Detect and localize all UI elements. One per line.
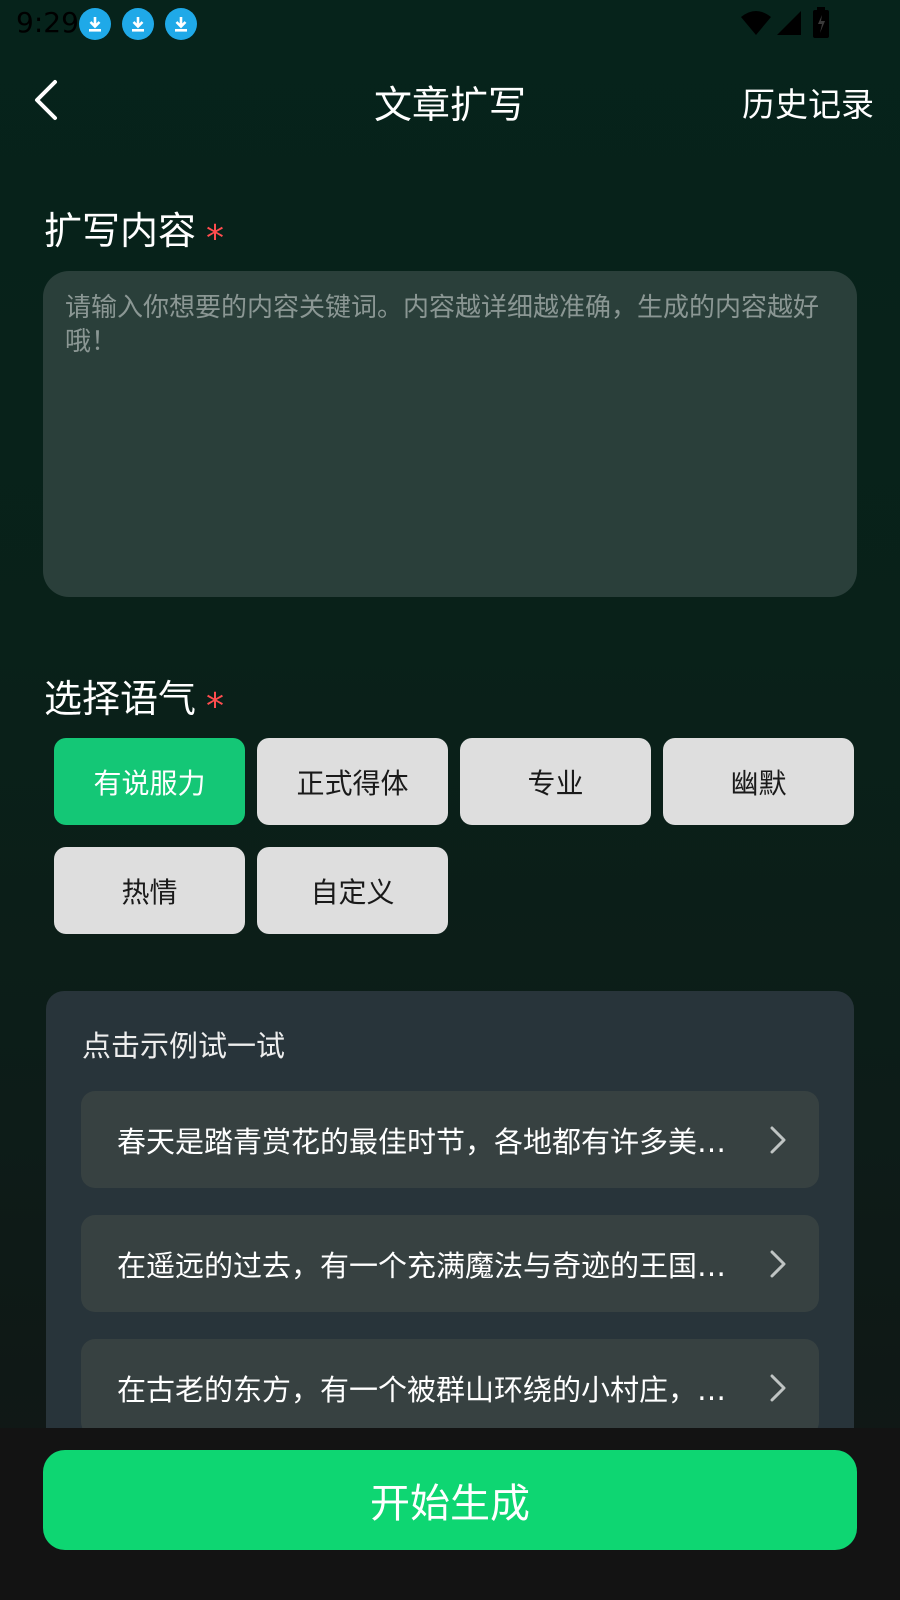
status-bar: 9:29 — [0, 0, 900, 48]
start-generate-button[interactable]: 开始生成 — [43, 1450, 857, 1550]
examples-title: 点击示例试一试 — [82, 1029, 286, 1063]
chevron-right-icon — [770, 1126, 786, 1154]
example-item[interactable]: 在遥远的过去，有一个充满魔法与奇迹的王国，那里住着 — [81, 1215, 819, 1312]
tone-chip-label: 专业 — [527, 766, 584, 800]
tone-chip-humorous[interactable]: 幽默 — [663, 738, 854, 825]
tone-section-label: 选择语气 * — [44, 668, 224, 727]
history-button[interactable]: 历史记录 — [742, 78, 874, 126]
required-star-icon: * — [206, 686, 225, 727]
tone-chip-label: 正式得体 — [296, 766, 409, 800]
tone-chip-formal[interactable]: 正式得体 — [257, 738, 448, 825]
tone-label-text: 选择语气 — [44, 677, 197, 721]
tone-chip-enthusiastic[interactable]: 热情 — [54, 847, 245, 934]
app-bar: 文章扩写 历史记录 — [0, 60, 900, 140]
chevron-right-icon — [770, 1374, 786, 1402]
required-star-icon: * — [206, 218, 225, 259]
download-icon — [122, 8, 154, 40]
tone-chip-professional[interactable]: 专业 — [460, 738, 651, 825]
example-text: 在古老的东方，有一个被群山环绕的小村庄，村里的人们 — [117, 1372, 739, 1407]
tone-chip-label: 幽默 — [730, 766, 787, 800]
example-item[interactable]: 春天是踏青赏花的最佳时节，各地都有许多美丽的赏花胜地 — [81, 1091, 819, 1188]
example-text: 在遥远的过去，有一个充满魔法与奇迹的王国，那里住着 — [117, 1248, 739, 1283]
wifi-icon — [741, 11, 771, 35]
example-item[interactable]: 在古老的东方，有一个被群山环绕的小村庄，村里的人们 — [81, 1339, 819, 1428]
battery-icon — [813, 7, 829, 38]
download-icon — [79, 8, 111, 40]
tone-chip-label: 热情 — [121, 875, 178, 909]
content-input[interactable] — [43, 271, 857, 597]
content-section-label: 扩写内容 * — [44, 200, 224, 259]
tone-chip-label: 有说服力 — [93, 766, 206, 800]
tone-chip-label: 自定义 — [310, 875, 395, 909]
examples-panel: 点击示例试一试 春天是踏青赏花的最佳时节，各地都有许多美丽的赏花胜地 在遥远的过… — [46, 991, 854, 1428]
example-text: 春天是踏青赏花的最佳时节，各地都有许多美丽的赏花胜地 — [117, 1124, 739, 1159]
chevron-left-icon — [35, 80, 57, 120]
content-label-text: 扩写内容 — [44, 209, 197, 253]
back-button[interactable] — [22, 76, 70, 124]
tone-chip-persuasive[interactable]: 有说服力 — [54, 738, 245, 825]
status-time: 9:29 — [16, 6, 79, 39]
cell-signal-icon — [777, 11, 801, 35]
chevron-right-icon — [770, 1250, 786, 1278]
download-icon — [165, 8, 197, 40]
tone-chip-custom[interactable]: 自定义 — [257, 847, 448, 934]
